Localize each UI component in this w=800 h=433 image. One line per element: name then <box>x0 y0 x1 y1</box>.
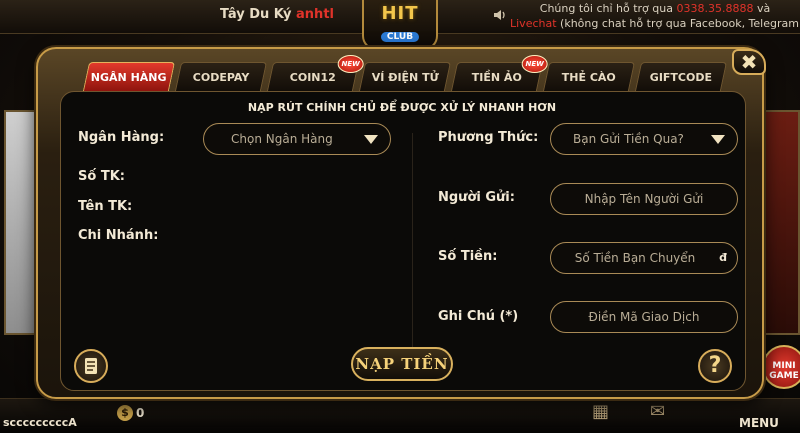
tab-crypto[interactable]: TIỀN ẢO NEW <box>450 55 548 91</box>
notes-icon <box>85 358 97 374</box>
support-ticker: Chúng tôi chỉ hỗ trợ qua 0338.35.8888 và… <box>510 1 800 31</box>
amount-input[interactable]: Số Tiền Bạn Chuyển đ <box>550 242 738 274</box>
help-button[interactable]: ? <box>698 349 732 383</box>
history-button[interactable] <box>74 349 108 383</box>
method-label: Phương Thức: <box>438 130 539 145</box>
new-badge: NEW <box>521 55 548 73</box>
tab-label: TIỀN ẢO <box>471 71 522 84</box>
deposit-modal: NGÂN HÀNG CODEPAY COIN12 NEW VÍ ĐIỆN TỬ … <box>36 47 766 399</box>
tab-label: THẺ CÀO <box>561 71 616 84</box>
tab-giftcode[interactable]: GIFTCODE <box>634 62 728 91</box>
tab-label: COIN12 <box>289 71 336 84</box>
tab-bank[interactable]: NGÂN HÀNG <box>82 62 176 91</box>
note-placeholder: Điền Mã Giao Dịch <box>588 310 700 324</box>
note-input[interactable]: Điền Mã Giao Dịch <box>550 301 738 333</box>
payment-tabs: NGÂN HÀNG CODEPAY COIN12 NEW VÍ ĐIỆN TỬ … <box>82 55 766 94</box>
modal-headline: NẠP RÚT CHÍNH CHỦ ĐỂ ĐƯỢC XỬ LÝ NHANH HƠ… <box>247 101 557 114</box>
menu-button[interactable]: MENU <box>739 416 779 430</box>
game-name: Tây Du Ký <box>220 7 292 22</box>
column-divider <box>412 133 413 351</box>
close-button[interactable]: ✖ <box>732 49 766 75</box>
close-icon: ✖ <box>740 50 758 74</box>
grid-icon[interactable]: ▦ <box>592 401 609 422</box>
hit-club-logo: HIT CLUB <box>362 0 438 50</box>
mini-game-button[interactable]: MINI GAME <box>762 345 800 389</box>
mail-icon[interactable]: ✉ <box>650 401 665 422</box>
chevron-down-icon <box>364 135 378 144</box>
ticker-text: (không chat hỗ trợ qua Facebook, Telegra… <box>556 17 800 30</box>
logo-text: HIT <box>381 3 419 24</box>
help-icon: ? <box>708 353 722 378</box>
method-select-value: Bạn Gửi Tiền Qua? <box>573 132 684 146</box>
ticker-text: Chúng tôi chỉ hỗ trợ qua <box>539 2 677 15</box>
tab-label: NGÂN HÀNG <box>90 71 167 84</box>
tab-label: GIFTCODE <box>649 71 712 84</box>
sender-input[interactable]: Nhập Tên Người Gửi <box>550 183 738 215</box>
new-badge: NEW <box>337 55 364 73</box>
livechat-link[interactable]: Livechat <box>510 17 557 30</box>
note-label: Ghi Chú (*) <box>438 309 519 324</box>
bank-label: Ngân Hàng: <box>78 130 165 145</box>
logo-sub: CLUB <box>380 32 420 42</box>
method-select[interactable]: Bạn Gửi Tiền Qua? <box>550 123 738 155</box>
account-number-label: Số TK: <box>78 169 125 184</box>
account-name-label: Tên TK: <box>78 199 133 214</box>
tab-label: CODEPAY <box>192 71 250 84</box>
speaker-icon[interactable] <box>493 8 507 22</box>
amount-placeholder: Số Tiền Bạn Chuyển <box>574 251 696 265</box>
current-game: Tây Du Ký anhtl <box>220 7 334 22</box>
sender-placeholder: Nhập Tên Người Gửi <box>584 192 704 206</box>
player-nick: anhtl <box>296 7 334 22</box>
tab-e-wallet[interactable]: VÍ ĐIỆN TỬ <box>358 62 452 91</box>
tab-coin12[interactable]: COIN12 NEW <box>266 55 364 91</box>
amount-label: Số Tiền: <box>438 249 498 264</box>
sender-label: Người Gửi: <box>438 190 515 205</box>
deposit-button[interactable]: NẠP TIỀN <box>351 347 453 381</box>
chevron-down-icon <box>711 135 725 144</box>
tab-codepay[interactable]: CODEPAY <box>174 62 268 91</box>
tab-label: VÍ ĐIỆN TỬ <box>371 71 439 84</box>
coin-icon: $ <box>117 405 133 421</box>
ticker-text: và <box>753 2 771 15</box>
username: scccccccccA <box>3 416 77 429</box>
support-phone: 0338.35.8888 <box>676 2 754 15</box>
branch-label: Chi Nhánh: <box>78 228 159 243</box>
currency-unit: đ <box>719 251 727 264</box>
tab-scratch-card[interactable]: THẺ CÀO <box>542 62 636 91</box>
bank-select-value: Chọn Ngân Hàng <box>231 132 333 146</box>
balance: 0 <box>136 406 145 420</box>
bank-select[interactable]: Chọn Ngân Hàng <box>203 123 391 155</box>
